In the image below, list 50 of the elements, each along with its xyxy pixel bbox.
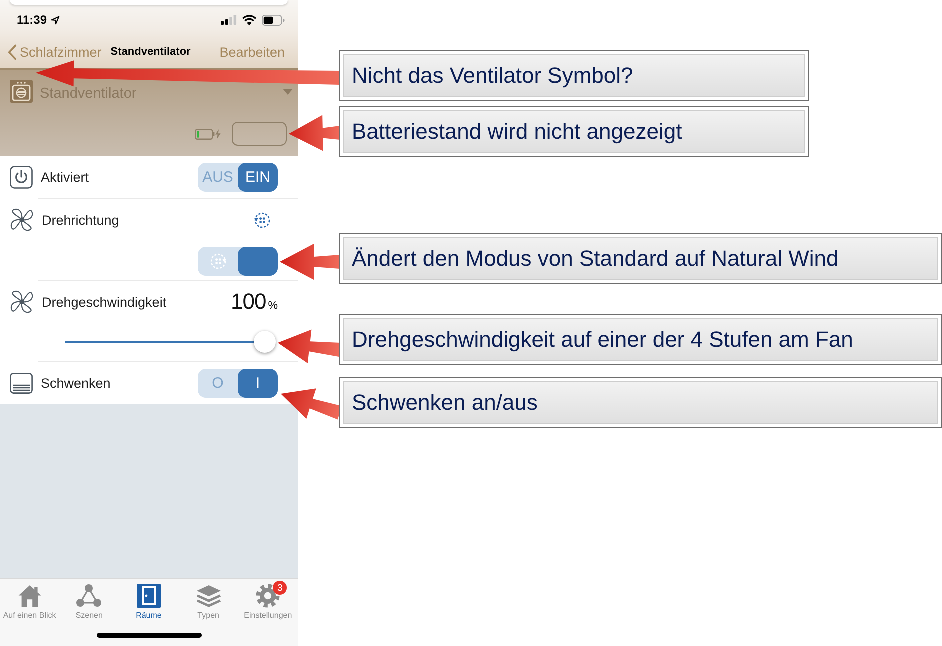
control-label: Drehgeschwindigkeit: [42, 294, 167, 310]
door-icon: [136, 584, 161, 608]
speed-reading: 100: [231, 289, 266, 315]
fan-icon: [10, 208, 34, 232]
triangle-nodes-icon: [76, 584, 102, 608]
panel-icon: [10, 372, 33, 394]
callout-text: Nicht das Ventilator Symbol?: [343, 54, 805, 97]
unit-label: %: [268, 300, 278, 312]
tab-bar-item[interactable]: Auf einen Blick: [0, 584, 60, 624]
tab-bar-item[interactable]: Szenen: [60, 584, 120, 624]
home-icon: [18, 584, 42, 608]
segmented-switch[interactable]: [198, 247, 278, 276]
control-label: Schwenken: [41, 376, 111, 390]
callout-text: Schwenken an/aus: [343, 381, 938, 424]
screen-title: Standventilator: [110, 46, 191, 58]
control-label: Drehrichtung: [42, 212, 120, 228]
tab-bar-item[interactable]: Typen: [178, 584, 238, 624]
edit-button[interactable]: Bearbeiten: [220, 44, 285, 60]
tab-bar-item[interactable]: Räume: [119, 584, 179, 624]
switch-option[interactable]: O: [198, 368, 238, 398]
wifi-icon: [242, 14, 257, 26]
switch-option[interactable]: I: [238, 368, 278, 398]
switch-option[interactable]: AUS: [198, 162, 238, 192]
appliance-icon: [10, 80, 33, 103]
rotation-icon: [254, 212, 271, 228]
slider-thumb[interactable]: [254, 331, 276, 353]
callout-arrow: [278, 330, 341, 364]
segmented-switch[interactable]: AUS EIN: [198, 162, 278, 192]
switch-option[interactable]: [238, 247, 278, 276]
location-arrow-icon: [51, 16, 60, 24]
segmented-switch[interactable]: O I: [198, 368, 278, 398]
signal-icon: [221, 15, 237, 25]
control-label: Aktiviert: [41, 170, 90, 184]
layers-icon: [196, 584, 222, 608]
clock-time: 11:39: [17, 13, 48, 27]
callout-arrow: [289, 115, 340, 152]
callout-text: Ändert den Modus von Standard auf Natural Wind: [343, 237, 938, 280]
battery-charging-icon: [195, 128, 221, 140]
switch-option[interactable]: EIN: [238, 162, 278, 192]
notification-badge: 3: [273, 581, 288, 595]
callout-arrow: [280, 244, 340, 280]
fan-icon: [10, 290, 34, 314]
rotation-icon: [210, 253, 226, 270]
power-icon: [10, 166, 33, 188]
back-button[interactable]: Schlafzimmer: [8, 44, 102, 60]
tab-bar-item[interactable]: 3 Einstellungen: [238, 584, 298, 624]
callout-text: Drehgeschwindigkeit auf einer der 4 Stufen am Fan: [343, 318, 938, 361]
callout-text: Batteriestand wird nicht angezeigt: [343, 110, 805, 153]
battery-icon: [262, 14, 285, 26]
chevron-left-icon: [8, 44, 17, 60]
